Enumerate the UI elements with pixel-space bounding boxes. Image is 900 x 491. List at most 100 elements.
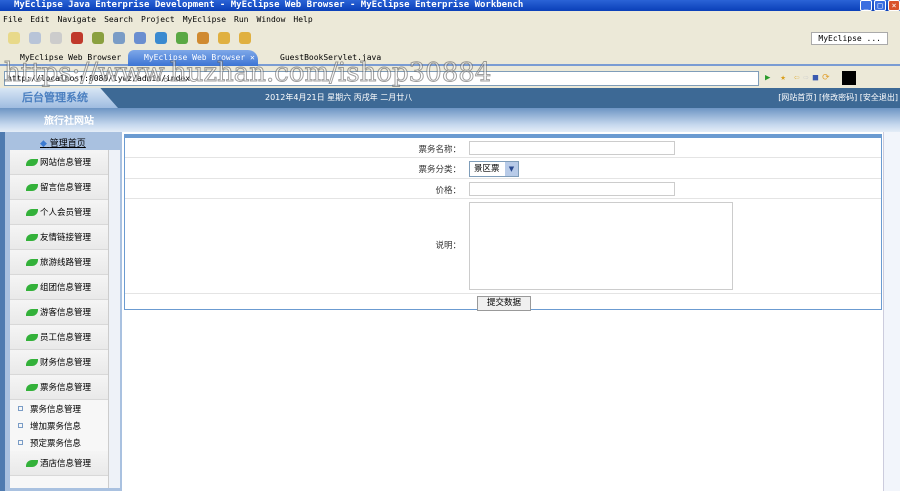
site-name: 旅行社网站 <box>44 116 94 127</box>
category-label: 票务分类： <box>418 165 461 175</box>
menu-run[interactable]: Run <box>234 12 248 27</box>
leaf-icon <box>26 333 38 341</box>
sidebar-item-label: 个人会员管理 <box>40 208 92 218</box>
sidebar-item[interactable]: 友情链接管理 <box>10 225 120 250</box>
globe-icon[interactable] <box>155 32 167 44</box>
sidebar-item[interactable]: 财务信息管理 <box>10 350 120 375</box>
server-icon[interactable] <box>113 32 125 44</box>
sidebar-item[interactable]: 留言信息管理 <box>10 175 120 200</box>
sub-header <box>0 108 900 132</box>
sidebar-item-label: 票务信息管理 <box>40 383 92 393</box>
debug-icon[interactable] <box>92 32 104 44</box>
leaf-icon <box>26 283 38 291</box>
save-icon[interactable] <box>29 32 41 44</box>
sidebar-subitem[interactable]: 预定票务信息 <box>10 434 120 451</box>
menu-file[interactable]: File <box>3 12 22 27</box>
name-label: 票务名称： <box>418 145 461 155</box>
close-button[interactable]: × <box>888 0 900 11</box>
box-icon[interactable] <box>71 32 83 44</box>
menu-window[interactable]: Window <box>257 12 286 27</box>
sidebar-subitem[interactable]: 票务信息管理 <box>10 400 120 417</box>
leaf-icon <box>26 258 38 266</box>
new-icon[interactable] <box>8 32 20 44</box>
sidebar-item[interactable]: 组团信息管理 <box>10 275 120 300</box>
menu-edit[interactable]: Edit <box>30 12 49 27</box>
forward-icon[interactable]: ⇨ <box>803 73 808 83</box>
menu-myeclipse[interactable]: MyEclipse <box>183 12 226 27</box>
ticket-name-input[interactable] <box>469 141 675 155</box>
sidebar-item-label: 酒店信息管理 <box>40 459 92 469</box>
tab-web-browser-2[interactable]: MyEclipse Web Browser ✕ <box>128 50 258 66</box>
leaf-icon <box>26 208 38 216</box>
sidebar-scrollbar[interactable] <box>108 150 120 488</box>
stop-icon[interactable]: ■ <box>813 73 818 83</box>
leaf-icon <box>26 459 38 467</box>
tab-guestbookservlet[interactable]: GuestBookServlet.java <box>264 50 381 66</box>
menu-help[interactable]: Help <box>293 12 312 27</box>
row-name: 票务名称： <box>125 138 881 158</box>
description-textarea[interactable] <box>469 202 733 290</box>
sidebar-item[interactable]: 网站信息管理 <box>10 150 120 175</box>
go-icon[interactable]: ▶ <box>765 73 770 83</box>
sidebar-item-label: 旅游线路管理 <box>40 258 92 268</box>
tab-label: MyEclipse Web Browser <box>144 53 246 62</box>
row-description: 说明： <box>125 199 881 294</box>
subitem-label: 增加票务信息 <box>30 421 82 432</box>
refresh-icon[interactable]: ⟳ <box>822 73 830 83</box>
url-input[interactable]: http://localhost:8080/lywz/admin/index <box>4 70 759 86</box>
sidebar-item[interactable]: 旅游线路管理 <box>10 250 120 275</box>
deploy-icon[interactable] <box>134 32 146 44</box>
subitem-label: 预定票务信息 <box>30 438 82 449</box>
sidebar-item[interactable]: 游客信息管理 <box>10 300 120 325</box>
view-icon[interactable] <box>841 71 856 85</box>
sidebar-subitem[interactable]: 增加票务信息 <box>10 417 120 434</box>
maximize-button[interactable]: □ <box>874 0 886 11</box>
site-header: 2012年4月21日 星期六 丙戌年 二月廿八 [网站首页] [修改密码] [安… <box>0 88 900 108</box>
run-icon[interactable] <box>176 32 188 44</box>
window-title: MyEclipse Java Enterprise Development - … <box>0 0 900 11</box>
perspective-myeclipse[interactable]: MyEclipse ... <box>811 31 888 45</box>
sidebar-item-label: 财务信息管理 <box>40 358 92 368</box>
chevron-down-icon[interactable]: ▼ <box>505 162 518 176</box>
sidebar-item-label: 网站信息管理 <box>40 158 92 168</box>
row-category: 票务分类： 景区票 ▼ <box>125 158 881 179</box>
home-icon: ◆ <box>40 139 47 149</box>
menu-project[interactable]: Project <box>141 12 175 27</box>
tab-web-browser-1[interactable]: MyEclipse Web Browser <box>4 50 121 66</box>
sidebar-home-link[interactable]: ◆ 管理首页 <box>40 136 86 149</box>
leaf-icon <box>26 358 38 366</box>
leaf-icon <box>26 183 38 191</box>
print-icon[interactable] <box>50 32 62 44</box>
sidebar-item-label: 友情链接管理 <box>40 233 92 243</box>
subitem-label: 票务信息管理 <box>30 404 82 415</box>
main-scrollbar[interactable] <box>883 132 900 491</box>
close-tab-icon[interactable]: ✕ <box>250 53 255 62</box>
row-price: 价格： <box>125 179 881 199</box>
price-label: 价格： <box>435 186 461 196</box>
toolbar: MyEclipse ... <box>0 28 900 48</box>
submit-button[interactable]: 提交数据 <box>477 296 531 311</box>
admin-logo: 后台管理系统 <box>0 88 118 108</box>
menu-search[interactable]: Search <box>104 12 133 27</box>
header-links[interactable]: [网站首页] [修改密码] [安全退出] <box>778 88 898 108</box>
home-label: 管理首页 <box>49 139 86 149</box>
favorites-icon[interactable]: ★ <box>780 73 785 83</box>
bullet-icon <box>18 423 23 428</box>
price-input[interactable] <box>469 182 675 196</box>
back-icon[interactable]: ⇦ <box>794 73 799 83</box>
sidebar-item[interactable]: 员工信息管理 <box>10 325 120 350</box>
sidebar-item[interactable]: 票务信息管理 <box>10 375 120 400</box>
editor-tabs: MyEclipse Web Browser MyEclipse Web Brow… <box>0 48 900 66</box>
sidebar-item[interactable]: 个人会员管理 <box>10 200 120 225</box>
leaf-icon <box>26 233 38 241</box>
ticket-category-select[interactable]: 景区票 ▼ <box>469 161 519 177</box>
minimize-button[interactable]: _ <box>860 0 872 11</box>
forward-icon[interactable] <box>239 32 251 44</box>
menu-navigate[interactable]: Navigate <box>58 12 97 27</box>
header-date: 2012年4月21日 星期六 丙戌年 二月廿八 <box>265 93 413 102</box>
back-icon[interactable] <box>218 32 230 44</box>
search-icon[interactable] <box>197 32 209 44</box>
sidebar-menu: 网站信息管理 留言信息管理 个人会员管理 友情链接管理 旅游线路管理 组团信息管… <box>10 150 120 488</box>
sidebar-item[interactable]: 酒店信息管理 <box>10 451 120 476</box>
ticket-form: 票务名称： 票务分类： 景区票 ▼ 价格： 说明： 提交数据 <box>124 134 882 311</box>
